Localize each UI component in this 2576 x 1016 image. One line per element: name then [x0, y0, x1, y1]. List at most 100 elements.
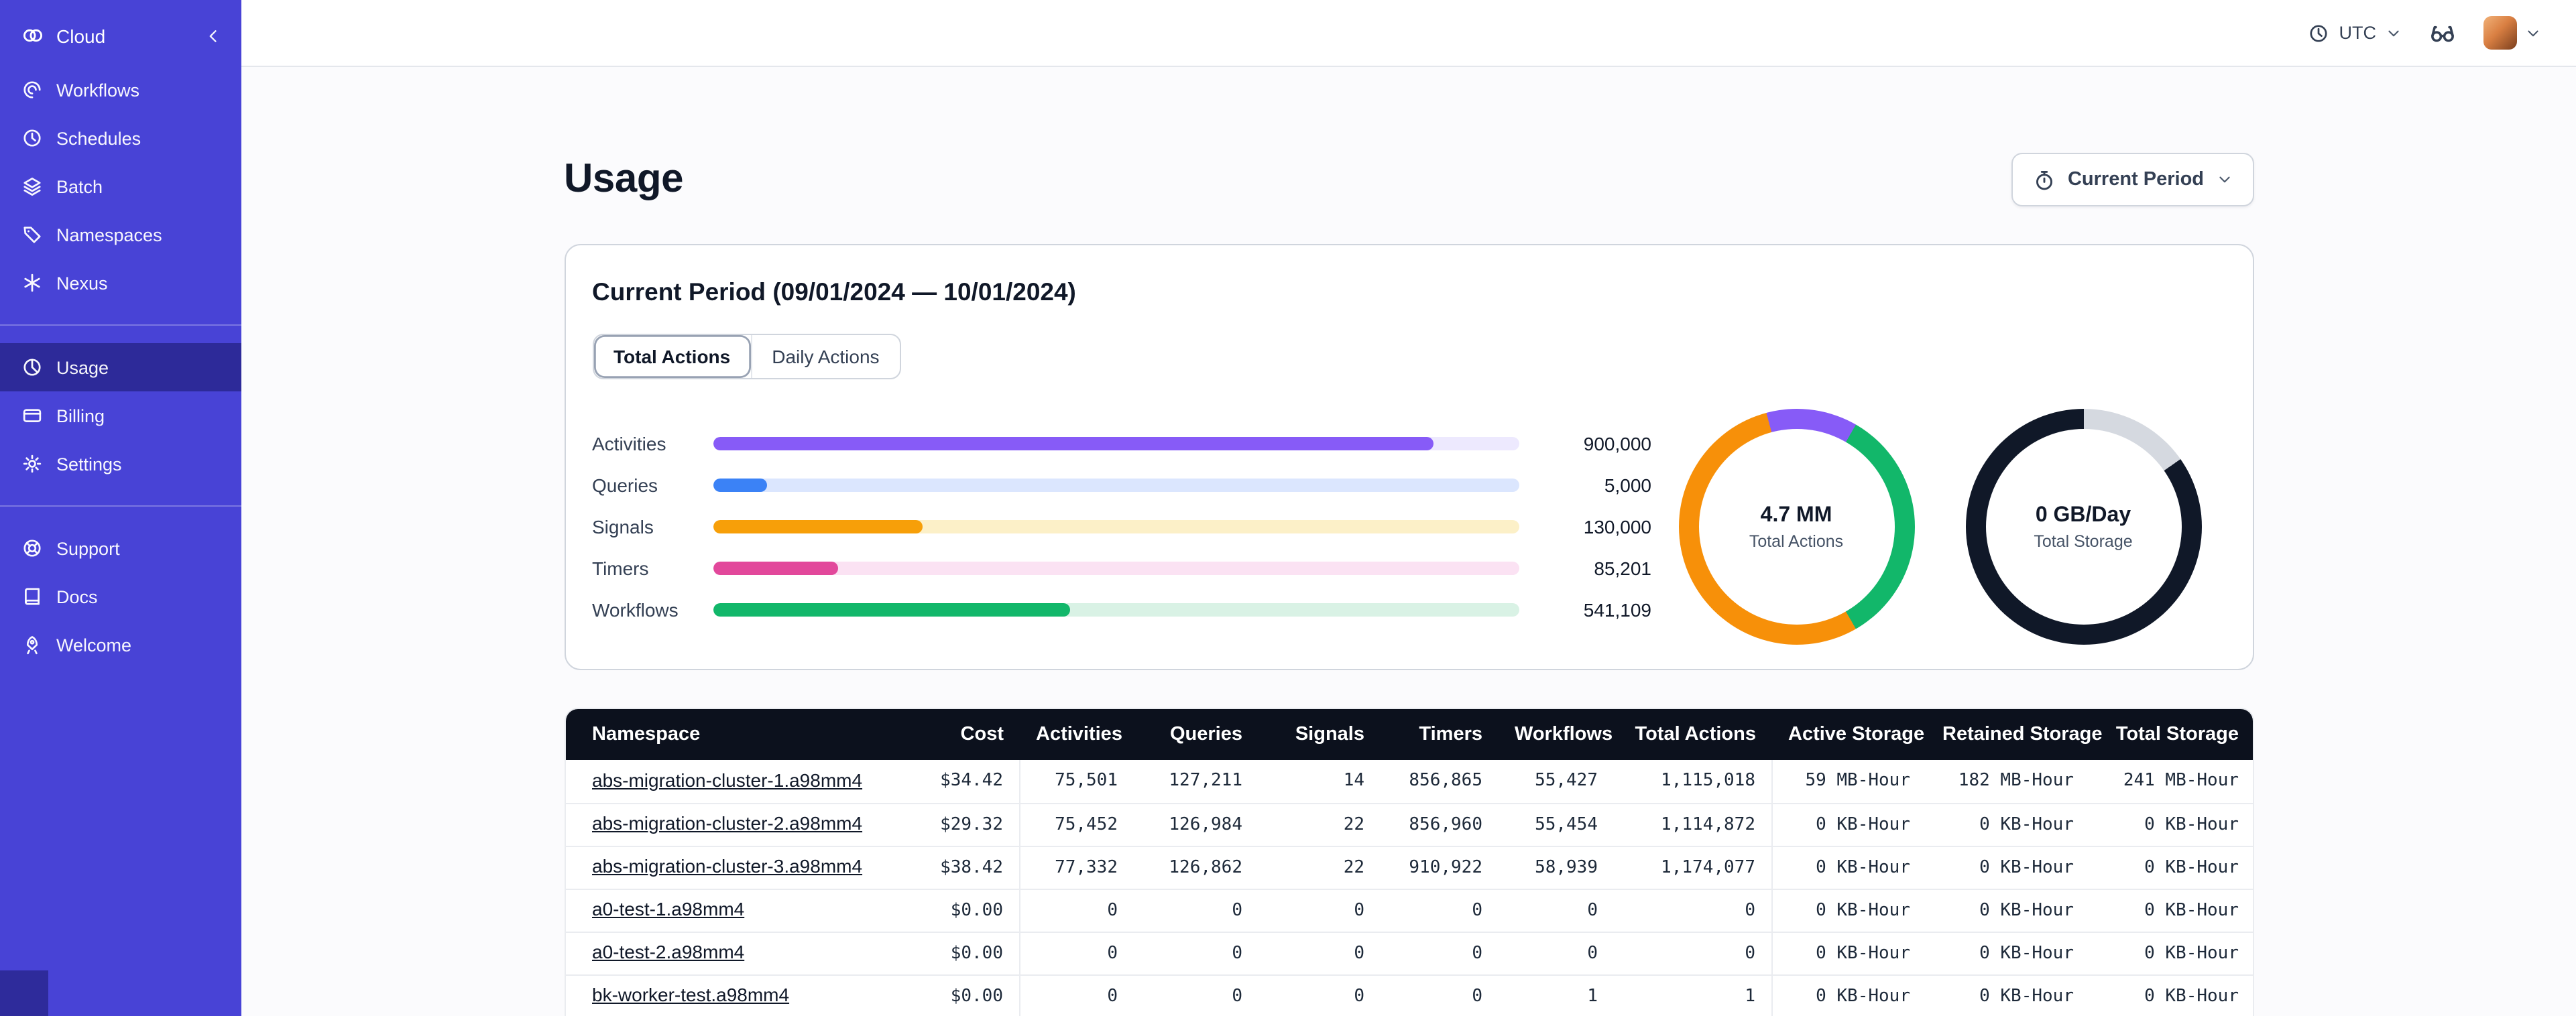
glasses-icon[interactable]	[2428, 19, 2457, 47]
bar-fill	[713, 562, 838, 575]
bar-value: 900,000	[1583, 433, 1651, 454]
cell-activities: 0	[1019, 888, 1134, 932]
namespace-link[interactable]: a0-test-2.a98mm4	[592, 941, 744, 962]
cell-activities: 75,452	[1019, 802, 1134, 846]
bar-value: 5,000	[1604, 474, 1651, 496]
docs-icon	[21, 586, 43, 607]
sidebar: Cloud Workflows Schedules Batch Namespaces N…	[0, 0, 241, 1016]
cell-total-actions: 0	[1614, 931, 1772, 974]
column-header-timers: Timers	[1381, 709, 1499, 760]
avatar	[2483, 16, 2517, 50]
usage-summary-card: Current Period (09/01/2024 — 10/01/2024)…	[564, 244, 2253, 670]
app-root: Cloud Workflows Schedules Batch Namespaces N…	[0, 0, 2576, 1016]
clock-icon	[2308, 22, 2330, 44]
period-selector-button[interactable]: Current Period	[2011, 153, 2253, 206]
cell-workflows: 0	[1499, 888, 1614, 932]
sidebar-item-welcome[interactable]: Welcome	[0, 621, 241, 669]
timer-icon	[2033, 168, 2056, 191]
total-actions-label: Total Actions	[1749, 531, 1844, 550]
sidebar-divider	[0, 324, 241, 326]
table-header-row: Namespace Cost Activities Queries Signals Tim…	[565, 709, 2252, 760]
bar-track	[713, 603, 1519, 617]
cell-timers: 0	[1381, 974, 1499, 1016]
sidebar-nav-links: Support Docs Welcome	[0, 524, 241, 669]
total-actions-value: 4.7 MM	[1760, 503, 1832, 526]
sidebar-footer-tile[interactable]	[0, 970, 48, 1016]
actions-tab-group: Total Actions Daily Actions	[592, 334, 901, 379]
bar-row-timers: Timers 85,201	[592, 548, 1651, 589]
cell-retained-storage: 0 KB-Hour	[1926, 888, 2090, 932]
page-header: Usage Current Period	[564, 153, 2253, 206]
topbar: UTC	[241, 0, 2576, 67]
bar-track	[713, 520, 1519, 533]
timezone-label: UTC	[2339, 23, 2377, 43]
welcome-icon	[21, 634, 43, 655]
sidebar-item-label: Namespaces	[56, 225, 162, 245]
donut-center: 0 GB/Day Total Storage	[1985, 429, 2181, 625]
namespace-usage-table: Namespace Cost Activities Queries Signals Tim…	[564, 708, 2253, 1016]
cell-retained-storage: 0 KB-Hour	[1926, 845, 2090, 889]
batch-icon	[21, 176, 43, 197]
column-header-activities: Activities	[1020, 709, 1134, 760]
cell-retained-storage: 0 KB-Hour	[1926, 974, 2090, 1016]
sidebar-item-nexus[interactable]: Nexus	[0, 259, 241, 307]
cell-cost: $38.42	[896, 845, 1020, 889]
sidebar-item-schedules[interactable]: Schedules	[0, 114, 241, 162]
sidebar-item-support[interactable]: Support	[0, 524, 241, 572]
cell-timers: 856,865	[1381, 760, 1499, 803]
tab-daily-actions[interactable]: Daily Actions	[750, 335, 899, 378]
chevron-down-icon	[2216, 172, 2232, 188]
donut-center: 4.7 MM Total Actions	[1698, 429, 1894, 625]
table-row: bk-worker-test.a98mm4 $0.00 0 0 0 0 1 1 0 KB-Hou…	[565, 974, 2252, 1016]
sidebar-item-batch[interactable]: Batch	[0, 162, 241, 210]
sidebar-collapse-button[interactable]	[204, 26, 223, 45]
total-storage-donut-chart: 0 GB/Day Total Storage	[1965, 409, 2201, 645]
cell-workflows: 1	[1499, 974, 1614, 1016]
column-header-signals: Signals	[1258, 709, 1381, 760]
bar-fill	[713, 520, 923, 533]
sidebar-item-label: Support	[56, 538, 120, 558]
tab-total-actions[interactable]: Total Actions	[593, 335, 750, 378]
cell-total-actions: 1,174,077	[1614, 845, 1772, 889]
namespace-link[interactable]: abs-migration-cluster-1.a98mm4	[592, 769, 862, 791]
namespace-cell: a0-test-1.a98mm4	[565, 888, 896, 932]
sidebar-item-billing[interactable]: Billing	[0, 391, 241, 440]
bar-row-activities: Activities 900,000	[592, 423, 1651, 464]
cell-cost: $29.32	[896, 802, 1020, 846]
cell-total-storage: 0 KB-Hour	[2090, 802, 2252, 846]
cell-activities: 75,501	[1019, 760, 1134, 803]
cell-activities: 0	[1019, 974, 1134, 1016]
sidebar-item-docs[interactable]: Docs	[0, 572, 241, 621]
namespace-link[interactable]: bk-worker-test.a98mm4	[592, 985, 789, 1006]
cell-signals: 22	[1258, 802, 1381, 846]
namespace-cell: abs-migration-cluster-3.a98mm4	[565, 845, 896, 889]
bar-fill	[713, 437, 1433, 450]
schedules-icon	[21, 127, 43, 149]
bar-label: Queries	[592, 474, 658, 496]
sidebar-item-settings[interactable]: Settings	[0, 440, 241, 488]
table-row: abs-migration-cluster-1.a98mm4 $34.42 75,5…	[565, 760, 2252, 803]
chevron-down-icon	[2525, 25, 2541, 41]
timezone-selector[interactable]: UTC	[2308, 22, 2402, 44]
usage-icon	[21, 357, 43, 378]
namespace-cell: bk-worker-test.a98mm4	[565, 974, 896, 1016]
sidebar-divider	[0, 505, 241, 507]
brand-label: Cloud	[56, 25, 106, 46]
sidebar-item-namespaces[interactable]: Namespaces	[0, 210, 241, 259]
cell-queries: 0	[1134, 888, 1258, 932]
user-menu[interactable]	[2483, 16, 2541, 50]
cell-queries: 126,862	[1134, 845, 1258, 889]
sidebar-item-usage[interactable]: Usage	[0, 343, 241, 391]
namespace-link[interactable]: a0-test-1.a98mm4	[592, 898, 744, 919]
column-header-active-storage: Active Storage	[1772, 709, 1926, 760]
namespace-link[interactable]: abs-migration-cluster-3.a98mm4	[592, 855, 862, 877]
settings-icon	[21, 453, 43, 474]
namespaces-icon	[21, 224, 43, 245]
sidebar-item-workflows[interactable]: Workflows	[0, 66, 241, 114]
cell-signals: 0	[1258, 974, 1381, 1016]
namespace-cell: abs-migration-cluster-1.a98mm4	[565, 760, 896, 803]
cell-signals: 14	[1258, 760, 1381, 803]
bar-label: Timers	[592, 558, 649, 579]
namespace-link[interactable]: abs-migration-cluster-2.a98mm4	[592, 812, 862, 834]
cell-cost: $0.00	[896, 974, 1020, 1016]
